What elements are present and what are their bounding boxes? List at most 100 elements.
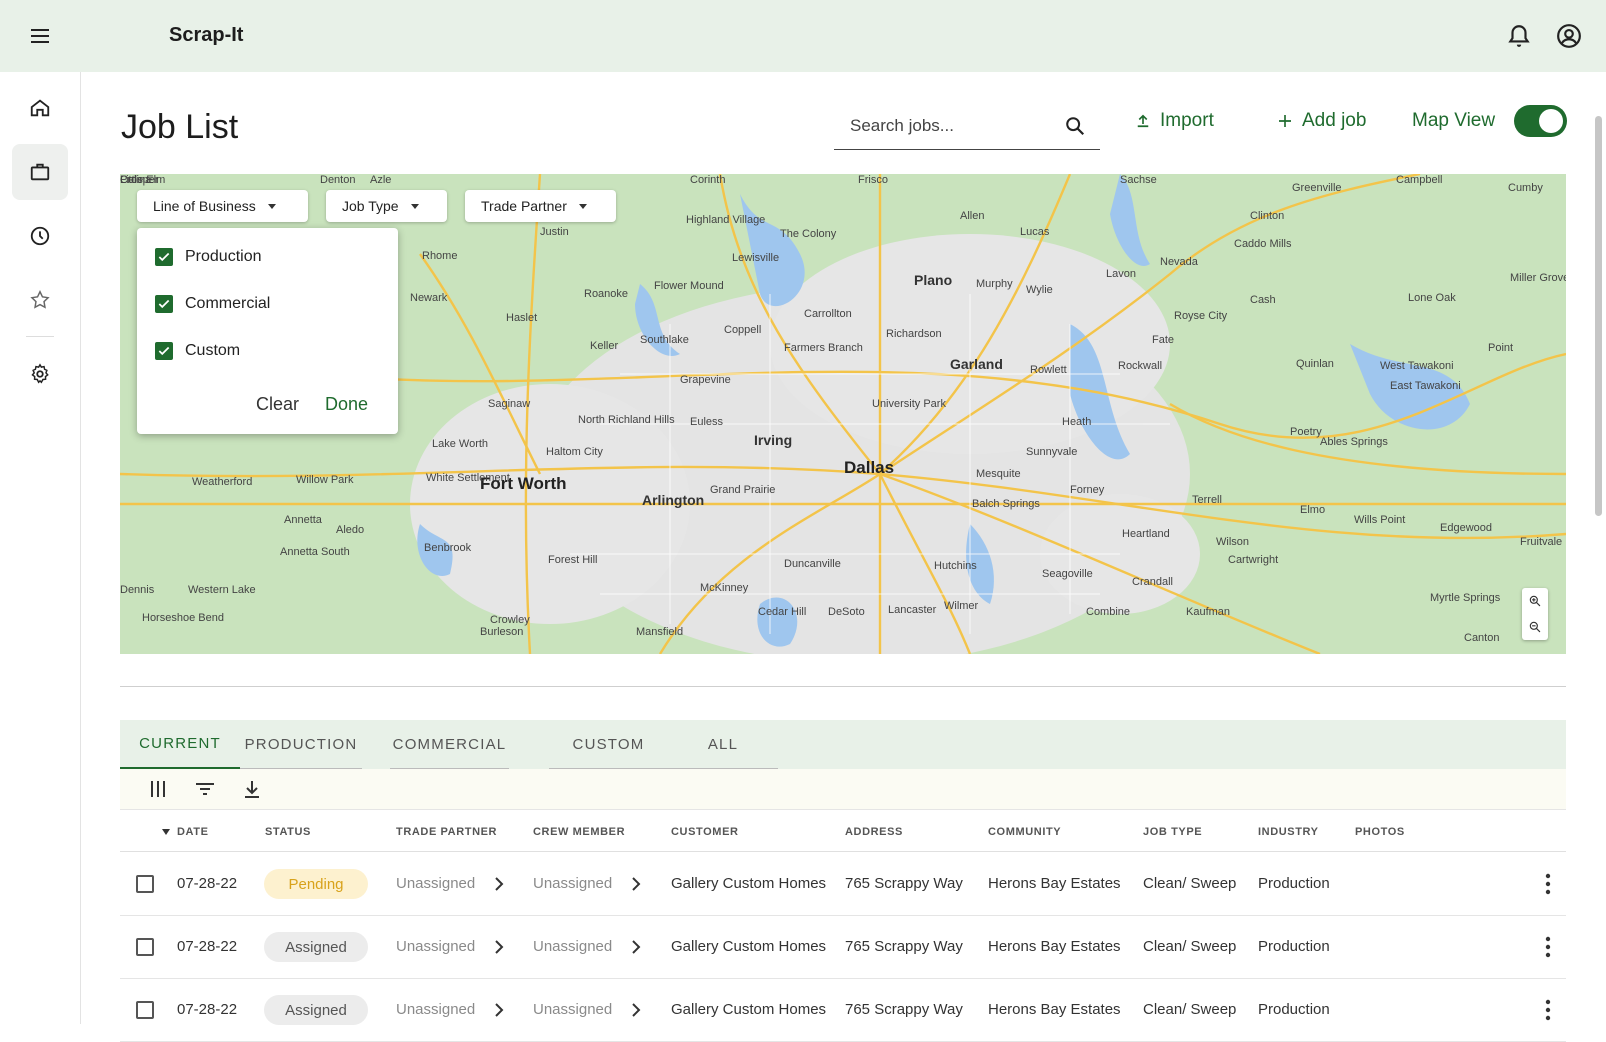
map-label: Plano (914, 272, 953, 288)
map-label: Haslet (506, 312, 538, 324)
done-button[interactable]: Done (325, 394, 368, 415)
nav-history[interactable] (12, 208, 68, 264)
header-crew-member[interactable]: CREW MEMBER (533, 826, 625, 838)
map-label: Lancaster (888, 604, 937, 616)
tab-current[interactable]: CURRENT (120, 720, 240, 769)
nav-settings[interactable] (12, 346, 68, 402)
search-icon[interactable] (1064, 115, 1086, 137)
account-icon[interactable] (1556, 23, 1582, 49)
map-label: Azle (370, 174, 392, 186)
zoom-in-icon[interactable] (1522, 588, 1548, 614)
tab-commercial[interactable]: COMMERCIAL (390, 720, 509, 769)
app-bar: Scrap-It (0, 0, 1606, 72)
download-icon[interactable] (240, 777, 264, 801)
more-vert-icon[interactable] (1545, 999, 1551, 1021)
row-checkbox[interactable] (136, 938, 154, 956)
map-label: Ables Springs (1320, 436, 1388, 448)
checkbox-checked-icon[interactable] (155, 342, 173, 360)
map-label: Richardson (886, 328, 942, 340)
map-label: University Park (872, 398, 946, 410)
add-job-button[interactable]: Add job (1276, 110, 1366, 132)
header-industry[interactable]: INDUSTRY (1258, 826, 1319, 838)
map-label: Grapevine (680, 374, 731, 386)
map-label: Greenville (1292, 182, 1342, 194)
map-label: Miller Grove (1510, 272, 1566, 284)
map-label: Weatherford (192, 476, 253, 488)
option-production[interactable]: Production (155, 248, 262, 266)
columns-icon[interactable] (146, 777, 170, 801)
tab-production[interactable]: PRODUCTION (240, 720, 362, 769)
sort-desc-icon[interactable] (162, 829, 170, 835)
checkbox-checked-icon[interactable] (155, 248, 173, 266)
map-label: Euless (690, 416, 724, 428)
search-input[interactable] (834, 115, 1044, 136)
more-vert-icon[interactable] (1545, 936, 1551, 958)
header-photos[interactable]: PHOTOS (1355, 826, 1405, 838)
tab-custom[interactable]: CUSTOM (549, 720, 668, 769)
option-commercial[interactable]: Commercial (155, 295, 270, 313)
header-address[interactable]: ADDRESS (845, 826, 903, 838)
filter-label: Job Type (342, 198, 399, 214)
import-button[interactable]: Import (1134, 110, 1214, 132)
chevron-right-icon[interactable] (492, 1001, 506, 1019)
filter-trade-partner[interactable]: Trade Partner (465, 190, 616, 222)
status-badge: Assigned (264, 995, 368, 1025)
row-checkbox[interactable] (136, 1001, 154, 1019)
map[interactable]: Fort Worth Dallas Arlington Irving Garla… (120, 174, 1566, 654)
map-label: Lavon (1106, 268, 1136, 280)
chevron-right-icon[interactable] (629, 938, 643, 956)
status-badge: Assigned (264, 932, 368, 962)
menu-icon[interactable] (28, 24, 52, 48)
map-label: Nevada (1160, 256, 1198, 268)
tab-all[interactable]: ALL (668, 720, 778, 769)
chevron-right-icon[interactable] (492, 875, 506, 893)
map-label: Lake Worth (432, 438, 489, 450)
map-label: Cash (1250, 294, 1276, 306)
cell-crew-member: Unassigned (533, 875, 613, 892)
map-label: White Settlement (426, 472, 510, 484)
caret-down-icon (267, 203, 276, 209)
header-job-type[interactable]: JOB TYPE (1143, 826, 1202, 838)
header-trade-partner[interactable]: TRADE PARTNER (396, 826, 497, 838)
header-status[interactable]: STATUS (265, 826, 311, 838)
header-customer[interactable]: CUSTOMER (671, 826, 739, 838)
search-box[interactable] (834, 102, 1100, 150)
table-row[interactable]: 07-28-22 Assigned Unassigned Unassigned … (120, 979, 1566, 1042)
map-label: Sunnyvale (1026, 446, 1078, 458)
filter-line-of-business[interactable]: Line of Business (137, 190, 308, 222)
map-label: Poetry (1290, 426, 1322, 438)
table-row[interactable]: 07-28-22 Assigned Unassigned Unassigned … (120, 916, 1566, 979)
cell-industry: Production (1258, 938, 1330, 955)
header-community[interactable]: COMMUNITY (988, 826, 1061, 838)
cell-job-type: Clean/ Sweep (1143, 1001, 1237, 1018)
filter-icon[interactable] (193, 777, 217, 801)
row-checkbox[interactable] (136, 875, 154, 893)
map-label: Kaufman (1186, 606, 1231, 618)
nav-jobs[interactable] (12, 144, 68, 200)
chevron-right-icon[interactable] (492, 938, 506, 956)
bell-icon[interactable] (1506, 23, 1532, 49)
map-label: Campbell (1396, 174, 1443, 186)
map-label: Clinton (1250, 210, 1285, 222)
table-row[interactable]: 07-28-22 Pending Unassigned Unassigned G… (120, 853, 1566, 916)
more-vert-icon[interactable] (1545, 873, 1551, 895)
chevron-right-icon[interactable] (629, 1001, 643, 1019)
page-scrollbar[interactable] (1595, 116, 1602, 516)
map-label: Duncanville (784, 558, 841, 570)
nav-home[interactable] (12, 80, 68, 136)
nav-divider (26, 336, 54, 337)
nav-favorites[interactable] (12, 272, 68, 328)
map-view-toggle[interactable] (1514, 105, 1567, 137)
cell-address: 765 Scrappy Way (845, 875, 963, 892)
zoom-out-icon[interactable] (1522, 614, 1548, 640)
filter-job-type[interactable]: Job Type (326, 190, 447, 222)
map-label: Flower Mound (654, 280, 724, 292)
chevron-right-icon[interactable] (629, 875, 643, 893)
map-label: Forest Hill (548, 554, 598, 566)
clear-button[interactable]: Clear (256, 394, 299, 415)
map-label: Heath (1062, 416, 1092, 428)
header-date[interactable]: DATE (177, 826, 209, 838)
map-label: Rockwall (1118, 360, 1163, 372)
checkbox-checked-icon[interactable] (155, 295, 173, 313)
option-custom[interactable]: Custom (155, 342, 240, 360)
